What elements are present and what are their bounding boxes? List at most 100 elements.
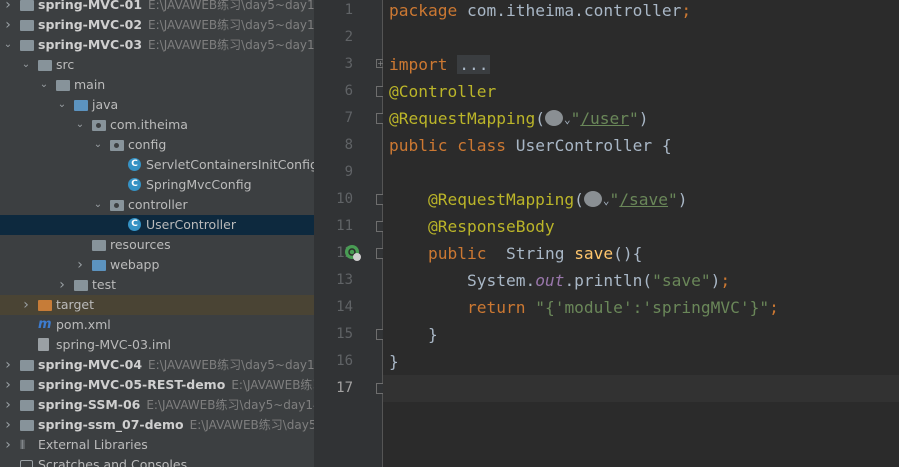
tree-item-java[interactable]: ⌄ java xyxy=(0,95,314,115)
tree-item-pom-xml[interactable]: m pom.xml xyxy=(0,315,314,335)
tree-item-spring-ssm-06[interactable]: › spring-SSM-06 E:\JAVAWEB练习\day5~day14课 xyxy=(0,395,314,415)
tree-item-spring-ssm-07-demo[interactable]: › spring-ssm_07-demo E:\JAVAWEB练习\day5~d xyxy=(0,415,314,435)
tree-item-external-libraries[interactable]: › ⫴ External Libraries xyxy=(0,435,314,455)
code-token: ) xyxy=(638,109,649,128)
tree-item-name: main xyxy=(74,77,106,92)
tree-item-name: target xyxy=(56,297,95,312)
code-token: package xyxy=(389,1,458,20)
chevron-down-icon[interactable]: ⌄ xyxy=(56,95,68,115)
tree-item-label: pom.xml xyxy=(56,315,111,335)
code-line[interactable]: public String save(){ xyxy=(389,240,642,267)
code-line[interactable]: import ... xyxy=(389,51,491,78)
code-line[interactable]: return "{'module':'springMVC'}"; xyxy=(389,294,779,321)
tree-item-test[interactable]: › test xyxy=(0,275,314,295)
tree-item-name: test xyxy=(92,277,117,292)
folder-icon xyxy=(92,238,107,252)
chevron-down-icon[interactable]: ⌄ xyxy=(564,106,571,133)
excluded-folder-icon xyxy=(38,298,53,312)
java-class-icon: C xyxy=(128,178,143,192)
tree-item-springmvcconfig[interactable]: C SpringMvcConfig xyxy=(0,175,314,195)
code-token: ) xyxy=(677,190,688,209)
web-endpoint-icon[interactable] xyxy=(544,110,563,126)
code-line[interactable]: package com.itheima.controller; xyxy=(389,0,691,24)
tree-item-config[interactable]: ⌄ config xyxy=(0,135,314,155)
ide-window: › spring-MVC-01 E:\JAVAWEB练习\day5~day14课 › s… xyxy=(0,0,899,467)
chevron-down-icon[interactable]: ⌄ xyxy=(603,187,610,214)
tree-item-controller[interactable]: ⌄ controller xyxy=(0,195,314,215)
tree-item-webapp[interactable]: › webapp xyxy=(0,255,314,275)
chevron-down-icon[interactable]: ⌄ xyxy=(74,115,86,135)
chevron-right-icon[interactable]: › xyxy=(56,275,68,295)
chevron-right-icon[interactable]: › xyxy=(74,255,86,275)
chevron-down-icon[interactable]: ⌄ xyxy=(38,75,50,95)
module-folder-icon xyxy=(20,358,35,372)
tree-item-usercontroller[interactable]: C UserController xyxy=(0,215,314,235)
tree-item-target[interactable]: › target xyxy=(0,295,314,315)
tree-item-name: spring-MVC-02 xyxy=(38,17,143,32)
package-icon xyxy=(92,118,107,132)
chevron-down-icon[interactable]: ⌄ xyxy=(92,195,104,215)
tree-item-label: java xyxy=(92,95,118,115)
package-icon xyxy=(110,198,125,212)
tree-item-name: spring-MVC-04 xyxy=(38,357,143,372)
chevron-right-icon[interactable]: › xyxy=(2,355,14,375)
tree-item-com-itheima[interactable]: ⌄ com.itheima xyxy=(0,115,314,135)
tree-item-spring-mvc-04[interactable]: › spring-MVC-04 E:\JAVAWEB练习\day5~day14课 xyxy=(0,355,314,375)
chevron-right-icon[interactable]: › xyxy=(2,395,14,415)
code-editor[interactable]: package com.itheima.controller; import ..… xyxy=(383,0,899,467)
chevron-right-icon[interactable]: › xyxy=(2,0,14,15)
tree-item-main[interactable]: ⌄ main xyxy=(0,75,314,95)
tree-item-spring-mvc-03[interactable]: ⌄ spring-MVC-03 E:\JAVAWEB练习\day5~day14课 xyxy=(0,35,314,55)
tree-item-servletcontainersinitconfig[interactable]: C ServletContainersInitConfig xyxy=(0,155,314,175)
chevron-right-icon[interactable]: › xyxy=(2,15,14,35)
tree-item-spring-mvc-02[interactable]: › spring-MVC-02 E:\JAVAWEB练习\day5~day14课 xyxy=(0,15,314,35)
tree-item-label: spring-MVC-02 E:\JAVAWEB练习\day5~day14课 xyxy=(38,15,314,35)
module-folder-icon xyxy=(20,378,35,392)
tree-item-spring-mvc-01[interactable]: › spring-MVC-01 E:\JAVAWEB练习\day5~day14课 xyxy=(0,0,314,15)
code-token: save xyxy=(574,244,614,263)
code-line[interactable]: @RequestMapping(⌄"/user") xyxy=(389,105,649,132)
code-token: @ResponseBody xyxy=(427,217,555,236)
scratches-icon xyxy=(20,458,35,467)
tree-item-spring-mvc-03-iml[interactable]: spring-MVC-03.iml xyxy=(0,335,314,355)
tree-item-spring-mvc-05-rest-demo[interactable]: › spring-MVC-05-REST-demo E:\JAVAWEB练习\d xyxy=(0,375,314,395)
code-line[interactable]: System.out.println("save"); xyxy=(389,267,730,294)
tree-item-label: src xyxy=(56,55,74,75)
chevron-right-icon[interactable]: › xyxy=(2,375,14,395)
code-line[interactable]: } xyxy=(389,348,399,375)
code-line[interactable]: } xyxy=(389,321,438,348)
tree-item-label: spring-MVC-04 E:\JAVAWEB练习\day5~day14课 xyxy=(38,355,314,375)
tree-item-name: External Libraries xyxy=(38,437,148,452)
tree-item-scratches-and-consoles[interactable]: Scratches and Consoles xyxy=(0,455,314,467)
line-number: 1 xyxy=(344,2,353,18)
code-token: "{'module':'springMVC'}" xyxy=(535,298,770,317)
tree-item-label: webapp xyxy=(110,255,159,275)
libraries-icon: ⫴ xyxy=(20,438,26,452)
code-token: } xyxy=(389,325,438,344)
tree-item-name: java xyxy=(92,97,119,112)
tree-item-src[interactable]: ⌄ src xyxy=(0,55,314,75)
chevron-right-icon[interactable]: › xyxy=(20,295,32,315)
chevron-down-icon[interactable]: ⌄ xyxy=(20,55,32,75)
code-token: com.itheima.controller xyxy=(457,1,682,20)
chevron-down-icon[interactable]: ⌄ xyxy=(92,135,104,155)
source-folder-icon xyxy=(74,98,89,112)
tree-item-label: spring-MVC-05-REST-demo E:\JAVAWEB练习\d xyxy=(38,375,314,395)
code-line[interactable]: @ResponseBody xyxy=(389,213,555,240)
code-token: @RequestMapping xyxy=(427,190,575,209)
code-line[interactable]: public class UserController { xyxy=(389,132,672,159)
code-line[interactable]: @Controller xyxy=(389,78,496,105)
code-line[interactable]: @RequestMapping(⌄"/save") xyxy=(389,186,688,213)
current-line-highlight xyxy=(383,375,899,402)
chevron-down-icon[interactable]: ⌄ xyxy=(2,35,14,55)
web-endpoint-icon[interactable] xyxy=(583,191,602,207)
chevron-right-icon[interactable]: › xyxy=(2,415,14,435)
endpoint-run-icon[interactable] xyxy=(344,244,362,262)
folded-imports[interactable]: ... xyxy=(457,55,491,74)
tree-item-path: E:\JAVAWEB练习\day5~day14课 xyxy=(146,398,314,412)
tree-item-resources[interactable]: resources xyxy=(0,235,314,255)
code-token: .println( xyxy=(564,271,653,290)
code-token: /save xyxy=(619,190,669,209)
chevron-right-icon[interactable]: › xyxy=(2,435,14,455)
